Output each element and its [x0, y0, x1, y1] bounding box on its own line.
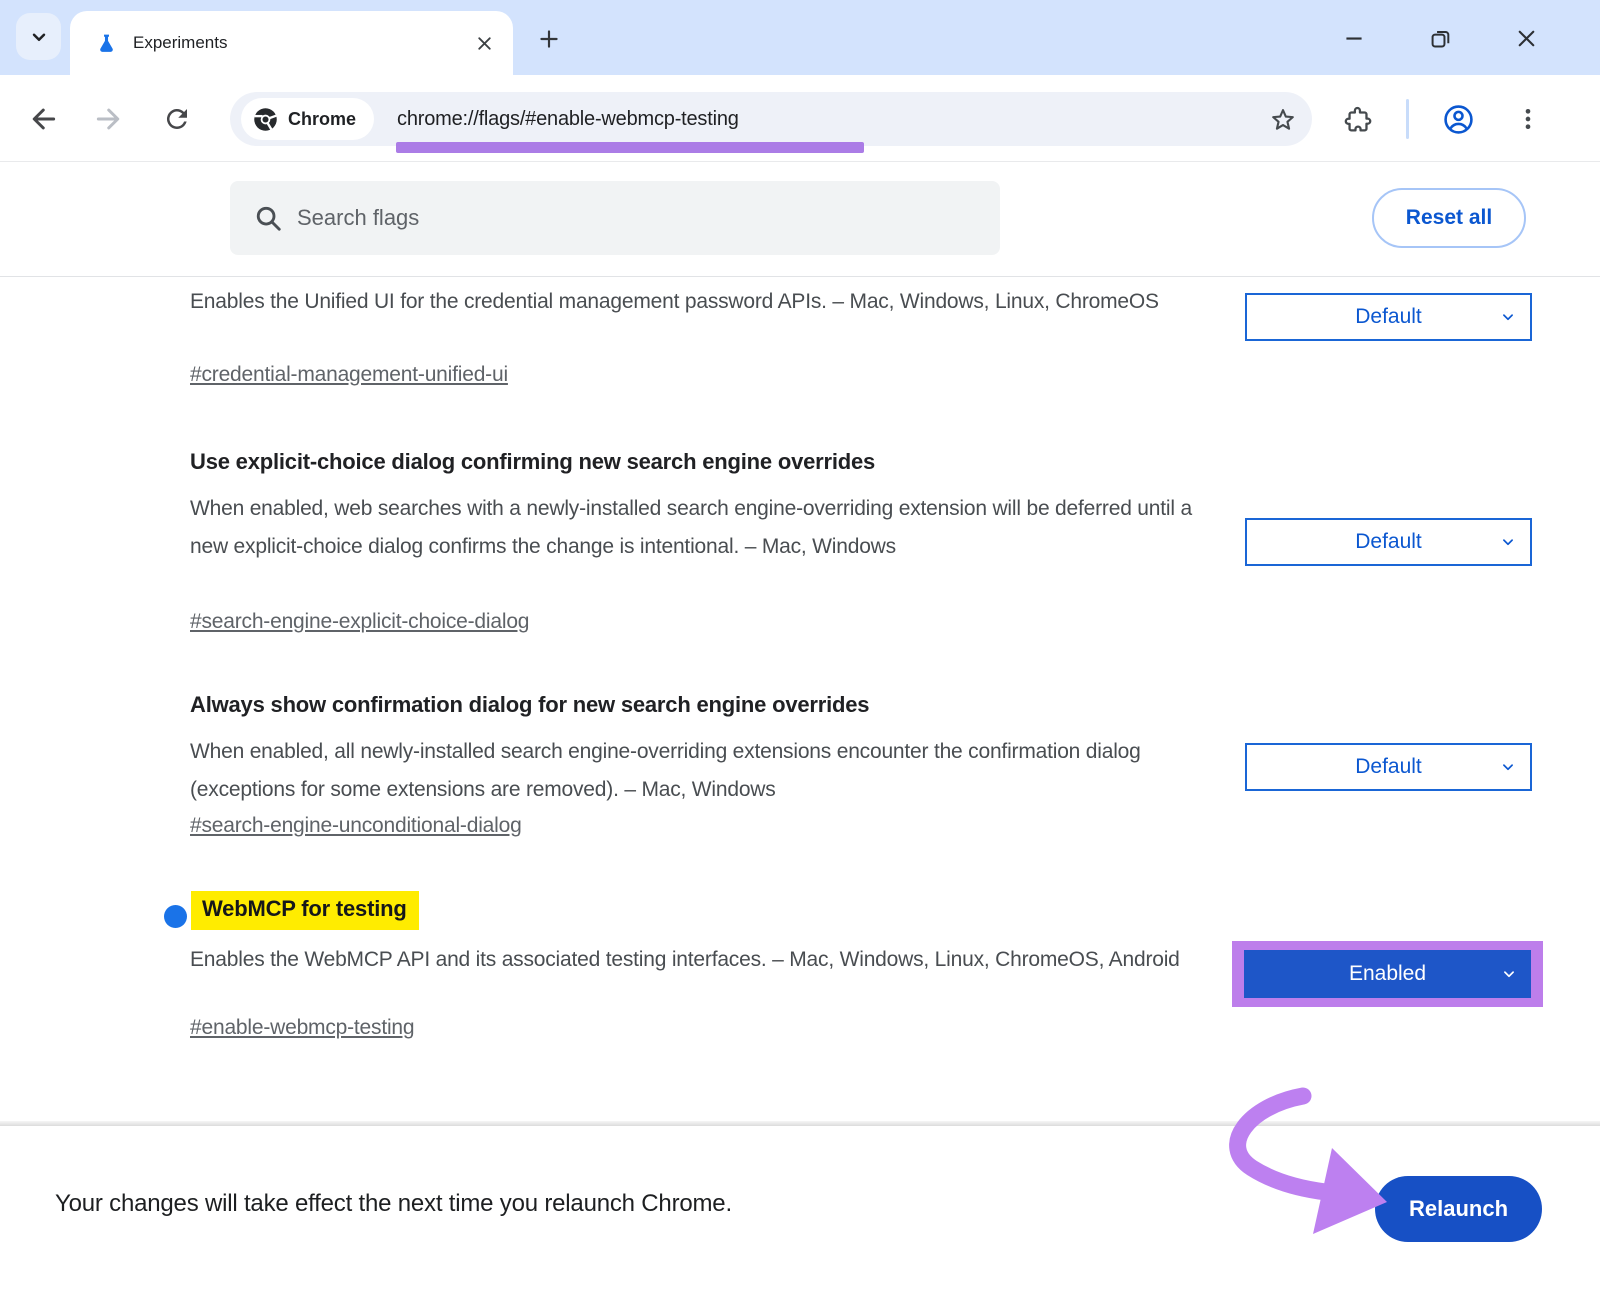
- chevron-down-icon: [1500, 965, 1518, 983]
- chevron-down-icon: [1499, 758, 1517, 776]
- flag-match-dot: [164, 905, 187, 928]
- flag-title: Use explicit-choice dialog confirming ne…: [190, 449, 875, 475]
- chevron-down-icon: [27, 25, 51, 49]
- profile-icon[interactable]: [1440, 101, 1476, 137]
- back-button[interactable]: [26, 102, 60, 136]
- restore-button[interactable]: [1426, 24, 1454, 52]
- address-bar[interactable]: Chrome chrome://flags/#enable-webmcp-tes…: [230, 92, 1312, 146]
- restart-notice: Your changes will take effect the next t…: [55, 1190, 732, 1218]
- url-annotation-underline: [396, 142, 864, 153]
- flag-description: When enabled, all newly-installed search…: [190, 733, 1195, 809]
- flag-permalink[interactable]: #search-engine-unconditional-dialog: [190, 814, 522, 838]
- chevron-down-icon: [1499, 533, 1517, 551]
- enabled-annotation-frame: Enabled: [1232, 941, 1543, 1007]
- flag-title-highlighted: WebMCP for testing: [191, 891, 419, 930]
- flag-title: Always show confirmation dialog for new …: [190, 692, 869, 718]
- toolbar-divider: [1406, 99, 1409, 139]
- kebab-menu-icon[interactable]: [1510, 101, 1546, 137]
- tab-strip: Experiments: [0, 0, 1600, 75]
- search-icon: [253, 203, 283, 233]
- search-flags-input[interactable]: [297, 205, 1000, 231]
- flag-permalink[interactable]: #search-engine-explicit-choice-dialog: [190, 610, 529, 634]
- url-text: chrome://flags/#enable-webmcp-testing: [397, 108, 1268, 131]
- reload-button[interactable]: [160, 102, 194, 136]
- footer-divider: [0, 1121, 1600, 1126]
- tab-title: Experiments: [133, 33, 470, 53]
- chrome-logo-icon: [252, 106, 279, 133]
- flag-value-select[interactable]: Default: [1245, 293, 1532, 341]
- flag-value-select[interactable]: Default: [1245, 743, 1532, 791]
- browser-window: Experiments: [0, 0, 1600, 1291]
- minimize-button[interactable]: [1340, 24, 1368, 52]
- tab-close-icon[interactable]: [470, 29, 498, 57]
- bookmark-star-icon[interactable]: [1268, 104, 1298, 134]
- window-controls: [1340, 24, 1540, 52]
- relaunch-annotation-arrow: [1180, 1078, 1410, 1253]
- site-info-chip[interactable]: Chrome: [241, 98, 374, 140]
- flag-description: Enables the Unified UI for the credentia…: [190, 283, 1195, 321]
- tab-experiments[interactable]: Experiments: [70, 11, 513, 75]
- site-chip-label: Chrome: [288, 109, 356, 130]
- extensions-puzzle-icon[interactable]: [1340, 101, 1376, 137]
- new-tab-button[interactable]: [531, 21, 567, 57]
- flag-permalink[interactable]: #enable-webmcp-testing: [190, 1016, 414, 1040]
- reset-all-button[interactable]: Reset all: [1372, 188, 1526, 248]
- plus-icon: [536, 26, 562, 52]
- flag-description: Enables the WebMCP API and its associate…: [190, 941, 1195, 979]
- chevron-down-icon: [1499, 308, 1517, 326]
- flag-permalink[interactable]: #credential-management-unified-ui: [190, 363, 508, 387]
- flag-description: When enabled, web searches with a newly-…: [190, 490, 1195, 566]
- forward-button[interactable]: [92, 102, 126, 136]
- relaunch-button[interactable]: Relaunch: [1375, 1176, 1542, 1242]
- tab-search-button[interactable]: [16, 13, 61, 60]
- close-window-button[interactable]: [1512, 24, 1540, 52]
- flag-value-select[interactable]: Default: [1245, 518, 1532, 566]
- flask-icon: [95, 31, 118, 56]
- flag-value-select-enabled[interactable]: Enabled: [1244, 950, 1531, 998]
- search-flags-box[interactable]: [230, 181, 1000, 255]
